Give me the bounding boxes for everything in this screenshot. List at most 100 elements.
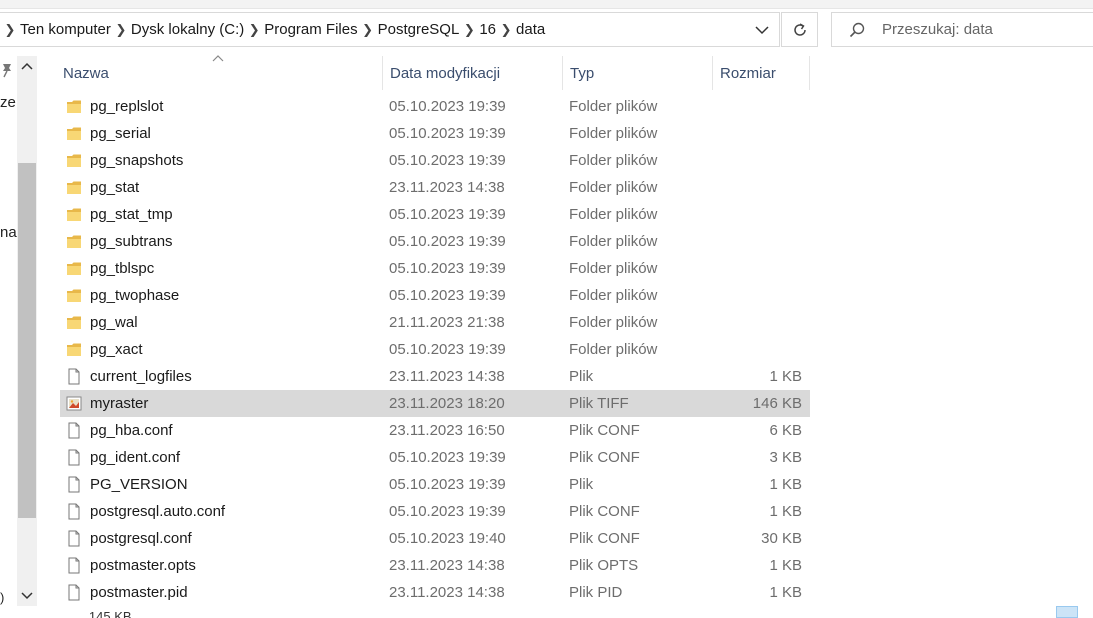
chevron-right-icon[interactable]: ❯ [498,22,514,38]
file-name: pg_xact [90,341,143,358]
file-row[interactable]: PG_VERSION 05.10.2023 19:39 Plik 1 KB [60,471,810,498]
file-date-modified: 21.11.2023 21:38 [389,314,505,331]
file-row[interactable]: pg_stat 23.11.2023 14:38 Folder plików [60,174,810,201]
file-size: 1 KB [769,476,802,493]
file-type: Plik CONF [569,449,640,466]
folder-icon [67,127,81,140]
search-input[interactable]: Przeszukaj: data [831,12,1093,47]
file-type: Plik [569,368,594,385]
file-date-modified: 23.11.2023 14:38 [389,584,505,601]
file-name: pg_stat_tmp [90,206,173,223]
status-text: ... ... 145 KB [60,609,132,618]
search-placeholder: Przeszukaj: data [882,21,993,38]
file-date-modified: 05.10.2023 19:39 [389,476,506,493]
breadcrumb-item-16[interactable]: 16 [479,21,496,38]
folder-icon [67,235,81,248]
file-type: Folder plików [569,179,658,196]
file-type: Plik CONF [569,503,640,520]
file-row[interactable]: postgresql.conf 05.10.2023 19:40 Plik CONF… [60,525,810,552]
folder-icon [67,316,81,329]
file-type: Folder plików [569,98,658,115]
file-row[interactable]: pg_wal 21.11.2023 21:38 Folder plików [60,309,810,336]
title-strip [0,0,1093,9]
file-name: postmaster.opts [90,557,196,574]
file-row[interactable]: pg_snapshots 05.10.2023 19:39 Folder plikó… [60,147,810,174]
column-header-name[interactable]: Nazwa [56,56,382,90]
file-name: pg_subtrans [90,233,173,250]
file-date-modified: 05.10.2023 19:39 [389,287,506,304]
breadcrumb-item-program-files[interactable]: Program Files [264,21,357,38]
file-date-modified: 23.11.2023 14:38 [389,368,505,385]
file-date-modified: 05.10.2023 19:39 [389,233,506,250]
file-row[interactable]: pg_replslot 05.10.2023 19:39 Folder plików [60,93,810,120]
file-row[interactable]: postmaster.pid 23.11.2023 14:38 Plik PID 1 … [60,579,810,606]
file-row[interactable]: pg_subtrans 05.10.2023 19:39 Folder plików [60,228,810,255]
file-name: pg_stat [90,179,140,196]
file-row[interactable]: pg_stat_tmp 05.10.2023 19:39 Folder plików [60,201,810,228]
file-type: Folder plików [569,152,658,169]
chevron-down-icon[interactable] [18,586,36,604]
file-size: 30 KB [761,530,802,547]
file-row[interactable]: postmaster.opts 23.11.2023 14:38 Plik OPTS… [60,552,810,579]
nav-scrollbar-thumb[interactable] [18,163,36,518]
file-list: pg_replslot 05.10.2023 19:39 Folder plików… [60,93,810,606]
file-name: pg_hba.conf [90,422,173,439]
chevron-right-icon[interactable]: ❯ [246,22,262,38]
details-view-button[interactable] [1056,606,1078,618]
file-date-modified: 05.10.2023 19:39 [389,98,506,115]
file-row[interactable]: pg_serial 05.10.2023 19:39 Folder plików [60,120,810,147]
file-type: Folder plików [569,125,658,142]
file-name: pg_wal [90,314,138,331]
breadcrumb-item-local-disk[interactable]: Dysk lokalny (C:) [131,21,244,38]
file-icon [68,503,80,520]
refresh-icon [793,22,806,36]
file-row[interactable]: pg_hba.conf 23.11.2023 16:50 Plik CONF 6 KB [60,417,810,444]
address-bar[interactable]: ❯ Ten komputer ❯ Dysk lokalny (C:) ❯ Pro… [0,12,780,47]
chevron-right-icon[interactable]: ❯ [113,22,129,38]
file-date-modified: 05.10.2023 19:39 [389,449,506,466]
breadcrumb: ❯ Ten komputer ❯ Dysk lokalny (C:) ❯ Pro… [0,13,546,46]
nav-item-label[interactable]: na [0,224,17,241]
search-icon [849,22,865,38]
file-icon [68,476,80,493]
chevron-down-icon[interactable] [753,21,771,39]
file-date-modified: 05.10.2023 19:39 [389,260,506,277]
file-row[interactable]: pg_twophase 05.10.2023 19:39 Folder plików [60,282,810,309]
chevron-right-icon[interactable]: ❯ [2,22,18,38]
breadcrumb-item-postgresql[interactable]: PostgreSQL [378,21,460,38]
status-bar [0,606,1093,618]
breadcrumb-item-this-pc[interactable]: Ten komputer [20,21,111,38]
chevron-right-icon[interactable]: ❯ [360,22,376,38]
file-size: 6 KB [769,422,802,439]
folder-icon [67,343,81,356]
file-type: Folder plików [569,206,658,223]
breadcrumb-item-data[interactable]: data [516,21,545,38]
image-file-icon [66,396,82,411]
column-header-type[interactable]: Typ [562,56,712,90]
file-name: pg_serial [90,125,151,142]
pin-icon[interactable] [0,62,14,78]
file-size: 3 KB [769,449,802,466]
file-row[interactable]: myraster 23.11.2023 18:20 Plik TIFF 146 KB [60,390,810,417]
folder-icon [67,289,81,302]
file-row[interactable]: current_logfiles 23.11.2023 14:38 Plik 1 KB [60,363,810,390]
file-type: Folder plików [569,233,658,250]
refresh-button[interactable] [781,12,818,47]
file-row[interactable]: pg_ident.conf 05.10.2023 19:39 Plik CONF 3 … [60,444,810,471]
file-row[interactable]: pg_tblspc 05.10.2023 19:39 Folder plików [60,255,810,282]
file-size: 146 KB [752,395,802,412]
file-name: current_logfiles [90,368,192,385]
file-date-modified: 05.10.2023 19:40 [389,530,506,547]
chevron-right-icon[interactable]: ❯ [461,22,477,38]
nav-item-label[interactable]: ze [0,94,16,111]
column-header-size[interactable]: Rozmiar [712,56,810,90]
file-name: postmaster.pid [90,584,188,601]
file-name: postgresql.auto.conf [90,503,226,520]
file-icon [68,368,80,385]
nav-item-label[interactable]: ) [0,590,4,605]
file-row[interactable]: postgresql.auto.conf 05.10.2023 19:39 Plik… [60,498,810,525]
column-header-date-modified[interactable]: Data modyfikacji [382,56,562,90]
file-type: Folder plików [569,341,658,358]
file-row[interactable]: pg_xact 05.10.2023 19:39 Folder plików [60,336,810,363]
chevron-up-icon[interactable] [18,58,36,76]
